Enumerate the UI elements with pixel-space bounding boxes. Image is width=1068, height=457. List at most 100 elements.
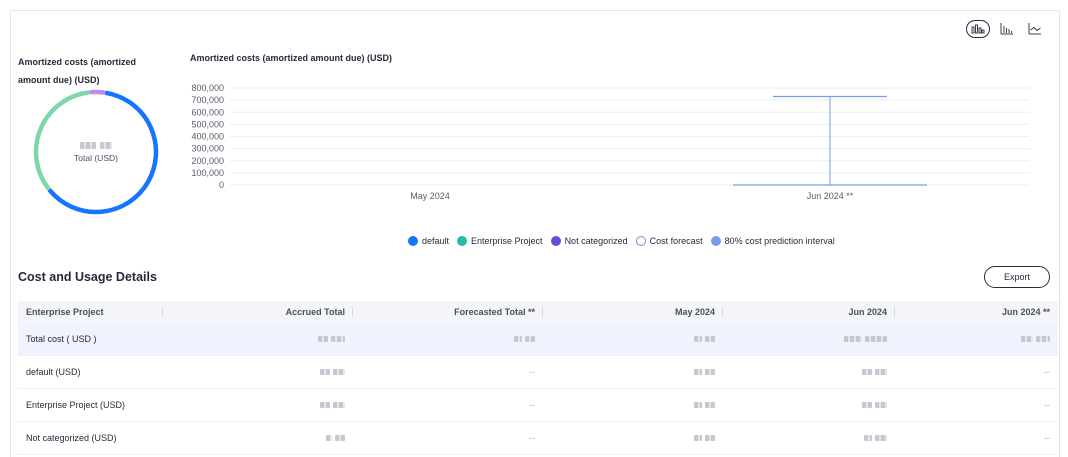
legend-label: Enterprise Project bbox=[471, 236, 543, 246]
redacted-value bbox=[1021, 336, 1033, 342]
redacted-value bbox=[1036, 336, 1050, 342]
cell-value: -- bbox=[1044, 400, 1050, 410]
redacted-amount bbox=[353, 323, 543, 356]
y-tick-label: 400,000 bbox=[191, 132, 224, 142]
grouped-bar-icon bbox=[971, 24, 985, 34]
redacted-amount bbox=[723, 389, 895, 422]
y-tick-label: 200,000 bbox=[191, 156, 224, 166]
legend-label: 80% cost prediction interval bbox=[724, 236, 835, 246]
cost-usage-table: Enterprise Project Accrued Total Forecas… bbox=[18, 301, 1058, 455]
redacted-value bbox=[694, 402, 702, 408]
section-title: Cost and Usage Details bbox=[18, 270, 157, 284]
donut-center-label: Total (USD) bbox=[74, 152, 118, 163]
legend-label: Not categorized bbox=[564, 236, 628, 246]
redacted-amount bbox=[895, 323, 1058, 356]
chart-legend: default Enterprise Project Not categorized… bbox=[408, 236, 835, 246]
legend-marker-icon bbox=[635, 236, 646, 246]
redacted-value bbox=[333, 402, 345, 408]
donut-total-value-redacted bbox=[80, 141, 96, 149]
empty-value: -- bbox=[353, 389, 543, 422]
redacted-value bbox=[875, 369, 887, 375]
redacted-value bbox=[331, 336, 345, 342]
redacted-value bbox=[335, 435, 345, 441]
table-body: Total cost ( USD ) default (USD) -- -- Enter… bbox=[18, 323, 1058, 455]
line-view-button[interactable] bbox=[1024, 20, 1046, 38]
redacted-amount bbox=[543, 356, 723, 389]
redacted-amount bbox=[543, 323, 723, 356]
cell-value: -- bbox=[529, 400, 535, 410]
y-tick-label: 100,000 bbox=[191, 168, 224, 178]
cell-value: -- bbox=[529, 367, 535, 377]
redacted-value bbox=[333, 369, 345, 375]
x-tick-label: May 2024 bbox=[410, 191, 450, 201]
table-row[interactable]: Not categorized (USD) -- -- bbox=[18, 422, 1058, 455]
legend-item-enterprise-project[interactable]: Enterprise Project bbox=[457, 236, 543, 246]
chart-view-toggles bbox=[966, 20, 1046, 38]
redacted-value bbox=[320, 369, 330, 375]
redacted-amount bbox=[163, 389, 353, 422]
y-tick-label: 0 bbox=[219, 180, 224, 190]
legend-marker-icon bbox=[550, 236, 561, 246]
y-tick-label: 300,000 bbox=[191, 144, 224, 154]
grouped-bar-view-button[interactable] bbox=[966, 20, 990, 38]
legend-item-default[interactable]: default bbox=[408, 236, 449, 246]
column-header[interactable]: Jun 2024 ** bbox=[895, 301, 1058, 323]
redacted-amount bbox=[543, 422, 723, 455]
row-label: Total cost ( USD ) bbox=[26, 334, 97, 344]
donut-title: Amortized costs (amortized amount due) (… bbox=[18, 57, 137, 85]
empty-value: -- bbox=[353, 422, 543, 455]
redacted-value bbox=[326, 435, 332, 441]
chart-title: Amortized costs (amortized amount due) (… bbox=[190, 53, 393, 63]
donut-chart: Total (USD) bbox=[30, 86, 162, 218]
redacted-value bbox=[320, 402, 330, 408]
redacted-amount bbox=[723, 323, 895, 356]
redacted-amount bbox=[163, 356, 353, 389]
row-label: default (USD) bbox=[26, 367, 81, 377]
redacted-value bbox=[705, 369, 715, 375]
table-row[interactable]: Total cost ( USD ) bbox=[18, 323, 1058, 356]
legend-marker-icon bbox=[408, 236, 418, 246]
redacted-value bbox=[865, 336, 887, 342]
redacted-value bbox=[844, 336, 862, 342]
legend-marker-icon bbox=[457, 236, 468, 246]
legend-marker-icon bbox=[710, 236, 721, 246]
table-row[interactable]: default (USD) -- -- bbox=[18, 356, 1058, 389]
prediction-interval-bar[interactable] bbox=[773, 95, 887, 185]
column-header[interactable]: Forecasted Total ** bbox=[353, 301, 543, 323]
column-header[interactable]: Accrued Total bbox=[163, 301, 353, 323]
bar-chart-icon bbox=[1000, 23, 1013, 35]
empty-value: -- bbox=[895, 356, 1058, 389]
row-label: Not categorized (USD) bbox=[26, 433, 117, 443]
redacted-value bbox=[514, 336, 522, 342]
column-header[interactable]: Enterprise Project bbox=[18, 301, 163, 323]
redacted-amount bbox=[163, 422, 353, 455]
donut-total-value-redacted bbox=[100, 141, 112, 149]
cell-value: -- bbox=[529, 433, 535, 443]
empty-value: -- bbox=[895, 389, 1058, 422]
export-button[interactable]: Export bbox=[984, 266, 1050, 288]
y-tick-label: 600,000 bbox=[191, 107, 224, 117]
legend-item-cost-forecast[interactable]: Cost forecast bbox=[635, 236, 703, 246]
legend-item-not-categorized[interactable]: Not categorized bbox=[550, 236, 628, 246]
cell-value: -- bbox=[1044, 433, 1050, 443]
stacked-bar-view-button[interactable] bbox=[996, 20, 1018, 38]
legend-label: default bbox=[422, 236, 450, 246]
redacted-value bbox=[318, 336, 328, 342]
redacted-value bbox=[875, 435, 887, 441]
redacted-value bbox=[862, 369, 872, 375]
redacted-value bbox=[694, 369, 702, 375]
redacted-value bbox=[875, 402, 887, 408]
redacted-amount bbox=[723, 422, 895, 455]
row-label: Enterprise Project (USD) bbox=[26, 400, 126, 410]
column-header[interactable]: May 2024 bbox=[543, 301, 723, 323]
empty-value: -- bbox=[895, 422, 1058, 455]
table-row[interactable]: Enterprise Project (USD) -- -- bbox=[18, 389, 1058, 422]
y-tick-label: 800,000 bbox=[191, 83, 224, 93]
column-header[interactable]: Jun 2024 bbox=[723, 301, 895, 323]
legend-item-80-cost-prediction-interval[interactable]: 80% cost prediction interval bbox=[710, 236, 835, 246]
line-chart-icon bbox=[1028, 23, 1041, 35]
legend-label: Cost forecast bbox=[649, 236, 703, 246]
redacted-value bbox=[862, 402, 872, 408]
empty-value: -- bbox=[353, 356, 543, 389]
redacted-value bbox=[525, 336, 535, 342]
